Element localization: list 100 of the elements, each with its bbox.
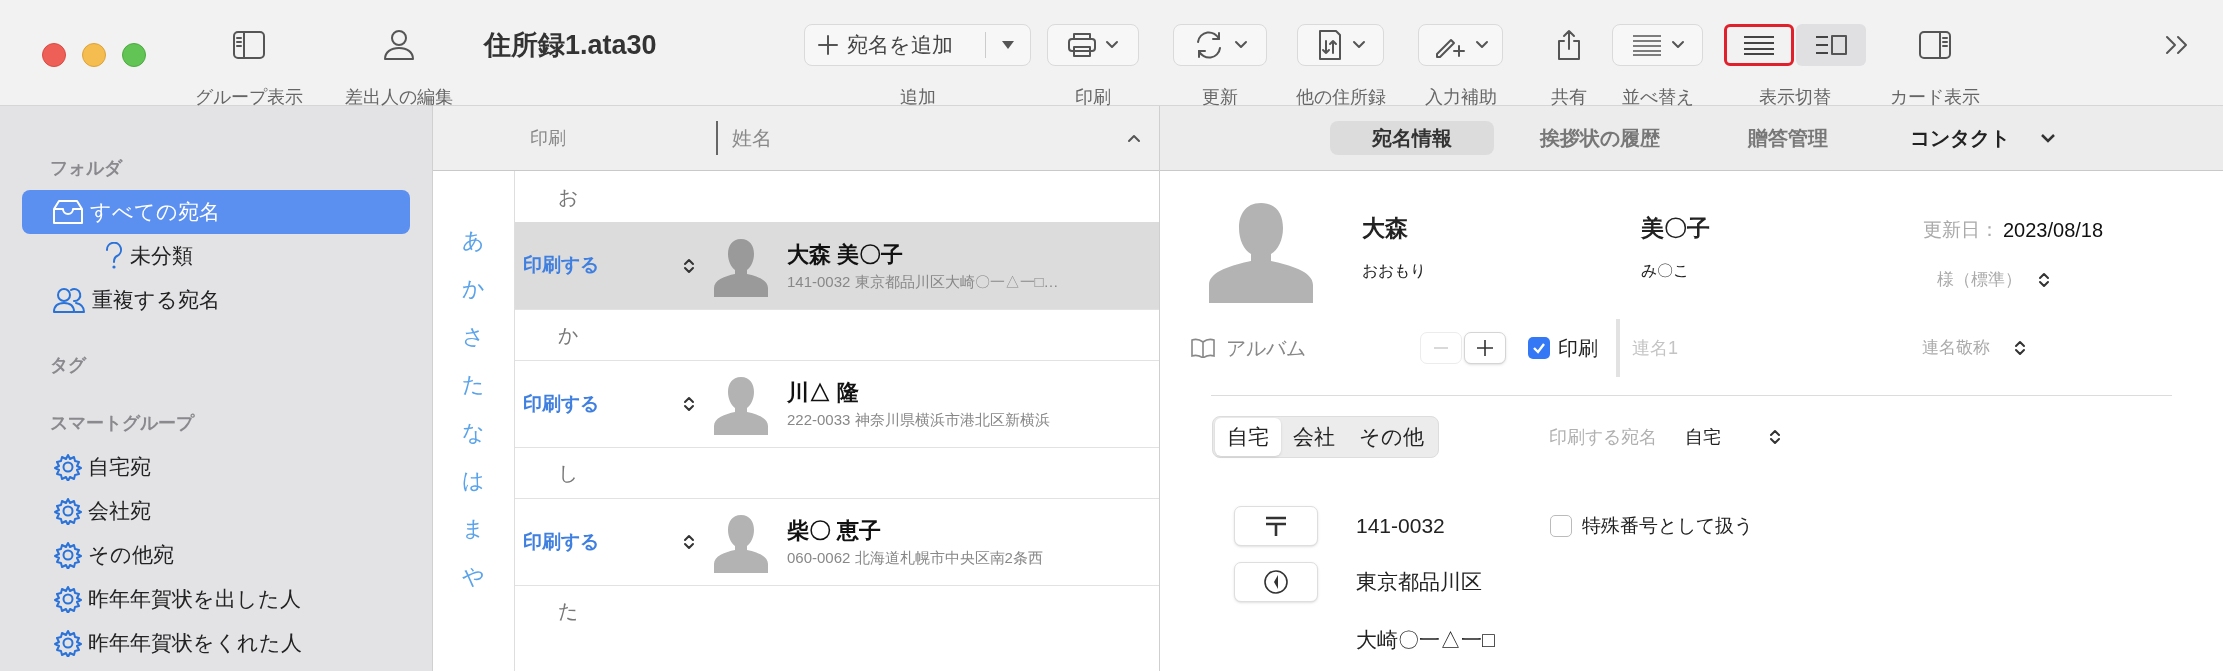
toolbar-label: 入力補助 [1424, 86, 1497, 108]
toolbar-menu-button[interactable] [1297, 24, 1384, 66]
sidebar-item[interactable]: 自宅宛 [22, 445, 410, 489]
people-icon [52, 286, 86, 314]
family-name[interactable]: 大森 [1362, 211, 1641, 245]
sidebar-section-title: スマートグループ [50, 411, 194, 435]
plus-button[interactable] [1464, 332, 1506, 364]
detail-tab[interactable]: 贈答管理 [1706, 121, 1870, 155]
contact-address: 060-0062 北海道札幌市中央区南2条西 [787, 548, 1043, 569]
sidebar-item[interactable]: 会社宛 [22, 489, 410, 533]
gear-icon [54, 453, 82, 481]
gear-icon [54, 585, 82, 613]
chevron-down-icon [1474, 40, 1489, 50]
add-button[interactable]: 宛名を追加 [847, 29, 953, 61]
postal-code[interactable]: 141-0032 [1356, 510, 1550, 542]
joint-name-field[interactable]: 連名1 [1632, 334, 1902, 362]
sidebar-item[interactable]: その他宛 [22, 533, 410, 577]
address-line[interactable]: 大崎〇一△一□ [1356, 628, 1495, 651]
given-name[interactable]: 美〇子 [1641, 211, 1923, 245]
postal-lookup-button[interactable] [1234, 506, 1318, 546]
special-number-checkbox[interactable] [1550, 515, 1572, 537]
toolbar-label: 共有 [1551, 86, 1587, 108]
sidebar-section-title: フォルダ [50, 156, 122, 180]
checkmark-icon [1532, 342, 1546, 354]
up-down-arrows-icon [683, 395, 695, 413]
toolbar-menu-button[interactable] [1612, 24, 1703, 66]
print-status[interactable]: 印刷する [523, 527, 683, 557]
view-toggle-segment[interactable] [1796, 24, 1866, 66]
address-type-tab[interactable]: その他 [1347, 418, 1436, 456]
sidebar-section-title: タグ [50, 353, 86, 377]
special-number-label[interactable]: 特殊番号として扱う [1582, 511, 1753, 541]
list-view-icon [1742, 34, 1776, 56]
up-down-arrows-icon [683, 256, 695, 275]
toolbar-menu-button[interactable] [1047, 24, 1139, 66]
print-checkbox-label[interactable]: 印刷 [1558, 333, 1598, 363]
card-panel-icon [1918, 30, 1952, 60]
family-name-reading[interactable]: おおもり [1362, 259, 1641, 283]
contact-row[interactable]: 印刷する 大森 美〇子 141-0032 東京都品川区大崎〇一△一□… [515, 222, 1159, 309]
up-down-arrows-icon [1769, 428, 1781, 446]
minus-icon [1433, 346, 1449, 350]
up-down-arrows-icon [683, 533, 695, 551]
print-checkbox[interactable] [1528, 337, 1550, 359]
section-heading: か [558, 323, 578, 348]
up-down-arrows-icon [2038, 270, 2050, 289]
address-type-tab[interactable]: 自宅 [1215, 418, 1281, 456]
toolbar-label: 更新 [1202, 86, 1238, 108]
chevron-down-icon [1105, 40, 1119, 50]
toolbar-label: 表示切替 [1759, 86, 1831, 108]
lines-icon [1630, 33, 1663, 57]
contact-name: 大森 美〇子 [787, 240, 905, 269]
toolbar-label: 差出人の編集 [345, 86, 453, 108]
detail-tab[interactable]: 宛名情報 [1330, 121, 1494, 155]
detail-tab[interactable]: 挨拶状の履歴 [1518, 121, 1682, 155]
toolbar-label: 追加 [899, 86, 936, 108]
toolbar-label: 並べ替え [1621, 86, 1694, 108]
window-title: 住所録1.ata30 [484, 28, 657, 62]
sidebar-item[interactable]: 昨年年賀状を出した人 [22, 577, 410, 621]
compass-icon [1263, 569, 1289, 595]
sidebar-item[interactable]: 未分類 [22, 234, 410, 278]
toolbar-menu-button[interactable] [1173, 24, 1267, 66]
chevron-down-icon [1670, 40, 1685, 50]
up-down-arrows-icon [2014, 339, 2026, 357]
contact-menu-tab[interactable]: コンタクト [1894, 121, 2072, 155]
chevron-up-icon [1127, 133, 1141, 143]
gear-icon [54, 497, 82, 525]
person-icon [382, 28, 416, 62]
caret-down-icon [1000, 39, 1016, 51]
map-button[interactable] [1234, 562, 1318, 602]
print-status[interactable]: 印刷する [523, 389, 683, 419]
given-name-reading[interactable]: み〇こ [1641, 259, 1923, 283]
section-heading: た [558, 599, 578, 624]
address-line[interactable]: 東京都品川区 [1356, 566, 1482, 598]
album-label[interactable]: アルバム [1226, 333, 1420, 363]
section-heading: し [558, 461, 578, 486]
contact-address: 222-0033 神奈川県横浜市港北区新横浜 [787, 410, 1050, 431]
toolbar-label: 印刷 [1075, 86, 1111, 108]
sidebar-item[interactable]: 重複する宛名 [22, 278, 410, 322]
print-address-label: 印刷する宛名 [1549, 425, 1657, 449]
toolbar-label: カード表示 [1890, 86, 1980, 108]
printer-icon [1067, 32, 1097, 58]
view-toggle-segment[interactable] [1724, 24, 1794, 66]
gear-icon [54, 541, 82, 569]
double-chevron-right-icon [2164, 34, 2190, 56]
add-split-button[interactable]: 宛名を追加 [804, 24, 1031, 66]
postal-mark-icon [1265, 516, 1287, 536]
book-icon [1190, 338, 1216, 358]
plus-icon [1476, 339, 1494, 357]
toolbar-menu-button[interactable] [1418, 24, 1503, 66]
toolbar-label: 他の住所録 [1295, 86, 1386, 108]
gear-icon [54, 629, 82, 657]
question-mark-icon [104, 242, 124, 270]
toolbar-label: グループ表示 [195, 86, 303, 108]
print-address-popup[interactable]: 自宅 [1685, 423, 1781, 451]
list-card-view-icon [1814, 33, 1848, 57]
avatar-silhouette-icon [1209, 203, 1313, 303]
address-type-tab[interactable]: 会社 [1281, 418, 1347, 456]
sidebar-item[interactable]: 昨年年賀状をくれた人 [22, 621, 410, 665]
close-button[interactable] [42, 43, 66, 67]
updated-date: 2023/08/18 [2003, 218, 2104, 243]
chevron-down-icon [1234, 40, 1248, 50]
